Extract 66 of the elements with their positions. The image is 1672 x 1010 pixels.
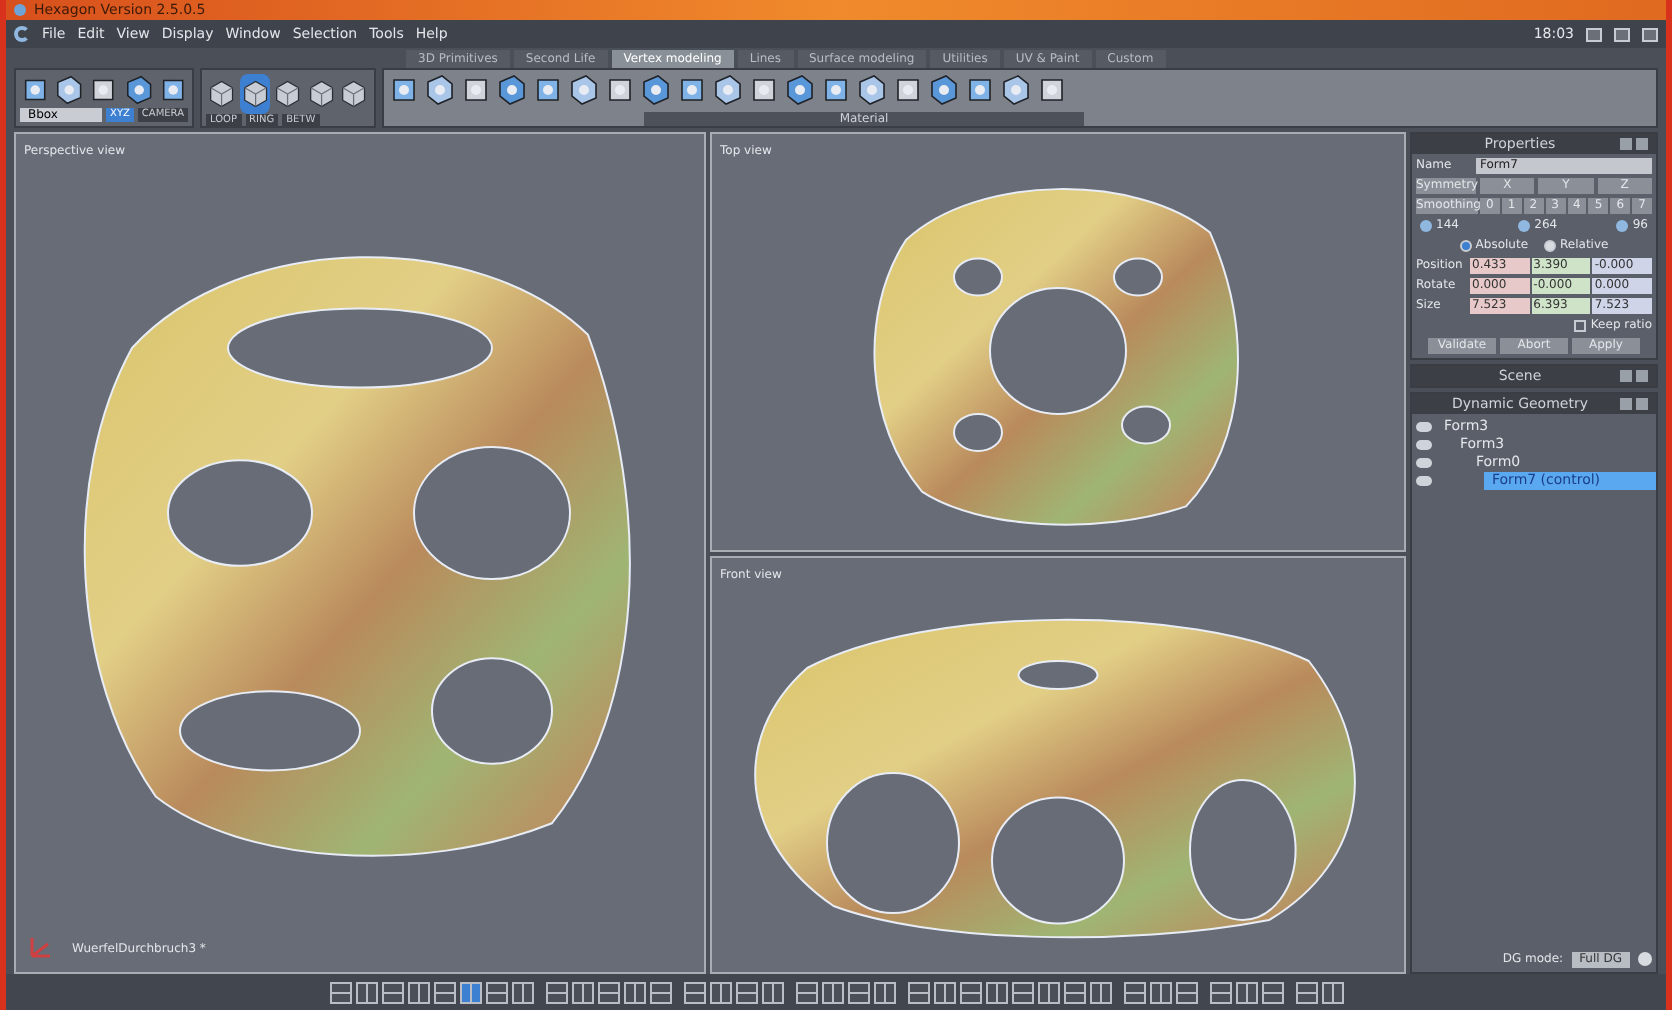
view-icon[interactable] <box>1011 981 1033 1003</box>
view-icon[interactable] <box>795 981 817 1003</box>
view-icon[interactable] <box>985 981 1007 1003</box>
view-icon[interactable] <box>873 981 895 1003</box>
view-icon[interactable] <box>735 981 757 1003</box>
view-icon[interactable] <box>433 981 455 1003</box>
view-icon[interactable] <box>1089 981 1111 1003</box>
view-icon[interactable] <box>355 981 377 1003</box>
tool-icon[interactable] <box>568 74 600 106</box>
view-icon[interactable] <box>1149 981 1171 1003</box>
view-icon[interactable] <box>1321 981 1343 1003</box>
view-icon[interactable] <box>683 981 705 1003</box>
tool-icon[interactable] <box>964 74 996 106</box>
view-icon[interactable] <box>1063 981 1085 1003</box>
view-icon[interactable] <box>459 981 481 1003</box>
tool-icon[interactable] <box>20 74 51 106</box>
view-icon[interactable] <box>1209 981 1231 1003</box>
tool-icon[interactable] <box>460 74 492 106</box>
view-icon[interactable] <box>959 981 981 1003</box>
view-icon[interactable] <box>597 981 619 1003</box>
view-icon[interactable] <box>1295 981 1317 1003</box>
tool-icon[interactable] <box>820 74 852 106</box>
view-icon[interactable] <box>1235 981 1257 1003</box>
view-icon[interactable] <box>709 981 731 1003</box>
tool-icon[interactable] <box>123 74 154 106</box>
tool-icon[interactable] <box>1036 74 1068 106</box>
tool-icon[interactable] <box>748 74 780 106</box>
tool-icon[interactable] <box>604 74 636 106</box>
view-icon[interactable] <box>847 981 869 1003</box>
tool-icon[interactable] <box>712 74 744 106</box>
tool-icon[interactable] <box>784 74 816 106</box>
view-icon[interactable] <box>933 981 955 1003</box>
view-icon[interactable] <box>511 981 533 1003</box>
view-icon[interactable] <box>907 981 929 1003</box>
radio-button[interactable] <box>1544 240 1557 252</box>
view-icon[interactable] <box>407 981 429 1003</box>
tool-icon[interactable] <box>496 74 528 106</box>
view-icon[interactable] <box>821 981 843 1003</box>
view-icon[interactable] <box>1175 981 1197 1003</box>
view-icon[interactable] <box>1261 981 1283 1003</box>
tool-icon[interactable] <box>640 74 672 106</box>
view-icon[interactable] <box>1123 981 1145 1003</box>
tool-icon[interactable] <box>1000 74 1032 106</box>
tool-icon[interactable] <box>676 74 708 106</box>
tool-icon[interactable] <box>157 74 189 106</box>
view-icon[interactable] <box>571 981 593 1003</box>
tool-icon[interactable] <box>424 74 456 106</box>
view-icon[interactable] <box>329 981 351 1003</box>
view-icon[interactable] <box>761 981 783 1003</box>
tool-icon[interactable] <box>532 74 564 106</box>
logo-icon <box>14 26 30 42</box>
app-icon <box>14 4 26 16</box>
cube-icon[interactable] <box>239 74 271 114</box>
radio-button[interactable] <box>1459 240 1472 252</box>
tool-icon[interactable] <box>54 74 85 106</box>
view-icon[interactable] <box>545 981 567 1003</box>
tool-icon[interactable] <box>388 74 420 106</box>
tool-icon[interactable] <box>856 74 888 106</box>
view-icon[interactable] <box>623 981 645 1003</box>
view-icon[interactable] <box>649 981 671 1003</box>
view-icon[interactable] <box>485 981 507 1003</box>
tool-icon[interactable] <box>892 74 924 106</box>
keep-ratio-checkbox[interactable] <box>1574 320 1587 332</box>
tool-icon[interactable] <box>928 74 960 106</box>
view-icon[interactable] <box>381 981 403 1003</box>
view-icon[interactable] <box>1037 981 1059 1003</box>
